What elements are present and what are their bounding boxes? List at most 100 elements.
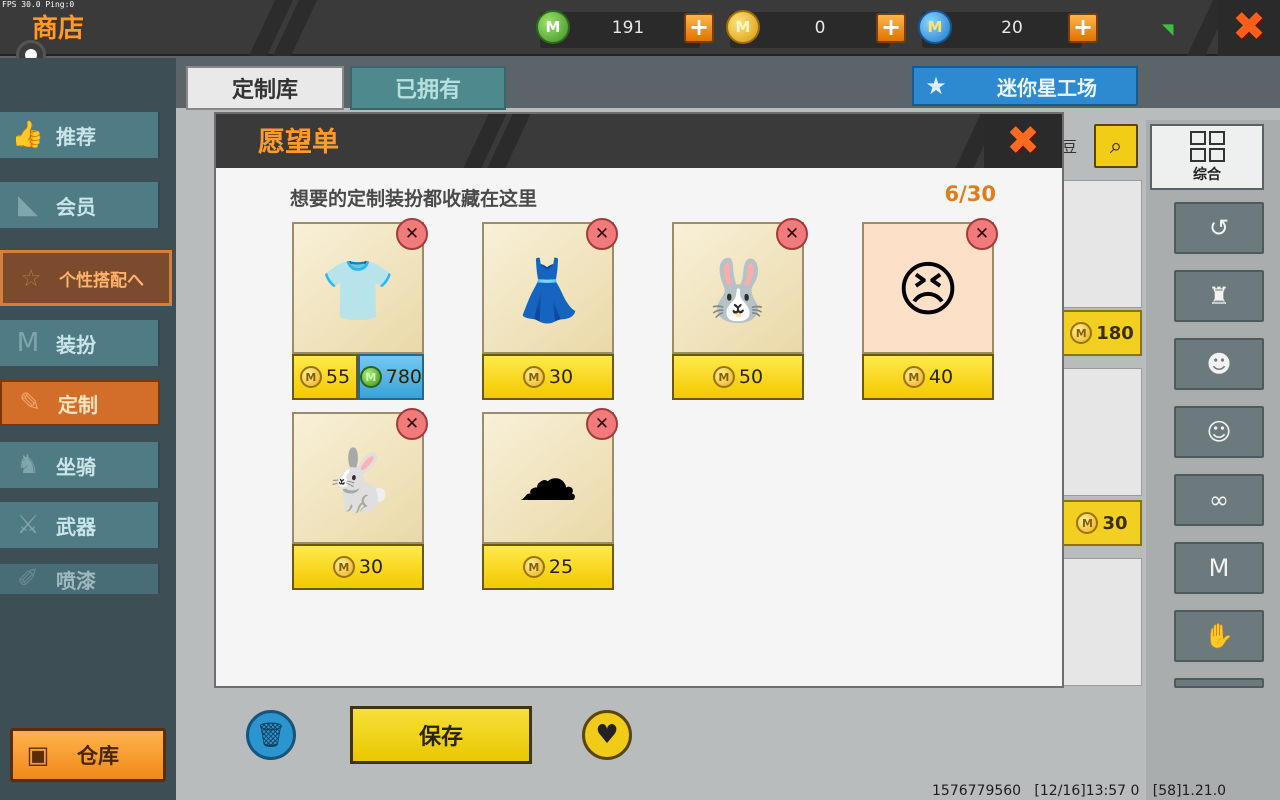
price-coin-button[interactable]: M 25: [482, 544, 614, 590]
heart-icon: ♥: [595, 720, 619, 750]
background-item-card[interactable]: [1062, 558, 1142, 686]
sidebar-item-outfit[interactable]: M 装扮: [0, 320, 160, 366]
background-item-card[interactable]: [1062, 180, 1142, 308]
filter-recent-button[interactable]: ↺: [1174, 202, 1264, 254]
thumbs-up-icon: 👍: [11, 120, 45, 150]
remove-item-button[interactable]: ✕: [396, 218, 428, 250]
mini-coin-icon: M: [332, 556, 355, 578]
page-title: 商店: [32, 14, 85, 44]
mount-icon: ♞: [16, 450, 40, 480]
glove-icon: ✋: [1204, 622, 1234, 650]
box-icon: ▣: [26, 741, 50, 769]
close-modal-button[interactable]: ✖: [984, 114, 1062, 168]
mini-coin-icon: M: [902, 366, 925, 388]
price-bean-button[interactable]: M 780: [358, 354, 424, 400]
wishlist-item-sweater[interactable]: 👕 ✕ M 55 M 780: [292, 218, 428, 406]
remove-item-button[interactable]: ✕: [586, 218, 618, 250]
sidebar-item-mount[interactable]: ♞ 坐骑: [0, 442, 160, 488]
bunny-hair-icon: 🐰: [700, 255, 776, 326]
wishlist-count: 6/30: [944, 182, 996, 206]
search-button[interactable]: ⌕: [1094, 124, 1138, 168]
filter-all-button[interactable]: 综合: [1150, 124, 1264, 190]
background-item-price: M 180: [1062, 310, 1142, 356]
add-mini-coin-button[interactable]: +: [876, 13, 906, 43]
wishlist-item-bunny-hair[interactable]: 🐰 ✕ M 50: [672, 218, 808, 406]
mini-star-icon: M: [918, 10, 952, 44]
filter-more-button[interactable]: [1174, 678, 1264, 688]
sidebar-item-spray[interactable]: ✐ 喷漆: [0, 564, 160, 594]
background-item-card[interactable]: [1062, 368, 1142, 496]
history-icon: ↺: [1208, 214, 1230, 242]
wishlist-button[interactable]: ♥: [582, 710, 632, 760]
add-green-bean-button[interactable]: +: [684, 13, 714, 43]
filter-mask-button[interactable]: ∞: [1174, 474, 1264, 526]
pencil-icon: ✎: [19, 388, 41, 418]
remove-item-button[interactable]: ✕: [586, 408, 618, 440]
currency-value-mini-star: 20: [1001, 18, 1023, 38]
wishlist-modal: 愿望单 ✖ 想要的定制装扮都收藏在这里 6/30 👕 ✕ M 55 M 780 👗 …: [214, 112, 1064, 688]
sidebar-item-weapon[interactable]: ⚔ 武器: [0, 502, 160, 548]
sidebar-item-membership[interactable]: ◣ 会员: [0, 182, 160, 228]
trash-icon: 🗑: [255, 721, 287, 749]
mini-coin-icon: M: [299, 366, 322, 388]
skirt-icon: 👗: [510, 255, 586, 326]
suit-icon: ♜: [1208, 282, 1230, 310]
build-info: 1576779560 [12/16]13:57 0 [58]1.21.0: [932, 783, 1227, 799]
save-button[interactable]: 保存: [350, 706, 532, 764]
sidebar-item-label: 定制: [58, 392, 98, 417]
close-shop-button[interactable]: ✖: [1218, 0, 1280, 56]
sweater-icon: 👕: [320, 255, 396, 326]
filter-gloves-button[interactable]: ✋: [1174, 610, 1264, 662]
wishlist-item-bunny-slippers[interactable]: 🐇 ✕ M 30: [292, 408, 428, 596]
filter-outfit-button[interactable]: ♜: [1174, 270, 1264, 322]
face-icon: ☺: [1206, 418, 1232, 446]
filter-top-button[interactable]: M: [1174, 542, 1264, 594]
price-coin-button[interactable]: M 40: [862, 354, 994, 400]
sidebar-item-label: 推荐: [56, 124, 96, 149]
currency-value-mini-coin: 0: [814, 18, 826, 38]
modal-title: 愿望单: [258, 127, 339, 158]
workshop-button[interactable]: ★ 迷你星工场: [912, 66, 1138, 106]
modal-subtitle: 想要的定制装扮都收藏在这里: [290, 188, 538, 210]
green-bean-icon: M: [360, 366, 382, 388]
shirt-icon: M: [16, 328, 40, 358]
wishlist-item-skirt[interactable]: 👗 ✕ M 30: [482, 218, 618, 406]
filter-face-button[interactable]: ☺: [1174, 406, 1264, 458]
mini-coin-icon: M: [522, 366, 545, 388]
bunny-slippers-icon: 🐇: [320, 445, 396, 516]
price-value: 25: [548, 556, 574, 578]
spray-icon: ✐: [17, 564, 39, 594]
price-value: 180: [1096, 322, 1134, 344]
price-value: 30: [358, 556, 384, 578]
mini-coin-icon: M: [1070, 322, 1093, 344]
add-mini-star-button[interactable]: +: [1068, 13, 1098, 43]
weapon-icon: ⚔: [16, 510, 40, 540]
sidebar-item-recommend[interactable]: 👍 推荐: [0, 112, 160, 158]
mini-coin-icon: M: [726, 10, 760, 44]
price-coin-button[interactable]: M 50: [672, 354, 804, 400]
remove-item-button[interactable]: ✕: [966, 218, 998, 250]
warehouse-button[interactable]: ▣ 仓库: [10, 728, 166, 782]
green-bean-icon: M: [536, 10, 570, 44]
mini-coin-icon: M: [1076, 512, 1099, 534]
pouting-face-icon: 😣: [896, 255, 960, 325]
sidebar-item-personal-outfit[interactable]: ☆ 个性搭配へ: [0, 250, 172, 306]
remove-item-button[interactable]: ✕: [396, 408, 428, 440]
mini-coin-icon: M: [522, 556, 545, 578]
trash-button[interactable]: 🗑: [246, 710, 296, 760]
mini-coin-icon: M: [712, 366, 735, 388]
search-icon: ⌕: [1109, 133, 1123, 159]
wishlist-item-face[interactable]: 😣 ✕ M 40: [862, 218, 998, 406]
tab-owned[interactable]: 已拥有: [350, 66, 506, 110]
star-icon: ★: [925, 72, 947, 100]
wishlist-item-cloud[interactable]: ☁ ✕ M 25: [482, 408, 618, 596]
tab-custom-library[interactable]: 定制库: [186, 66, 344, 110]
price-coin-button[interactable]: M 55: [292, 354, 358, 400]
sidebar-item-custom[interactable]: ✎ 定制: [0, 380, 160, 426]
price-coin-button[interactable]: M 30: [482, 354, 614, 400]
price-coin-button[interactable]: M 30: [292, 544, 424, 590]
filter-hair-button[interactable]: ☻: [1174, 338, 1264, 390]
price-value: 780: [385, 366, 422, 388]
price-value: 40: [928, 366, 954, 388]
remove-item-button[interactable]: ✕: [776, 218, 808, 250]
